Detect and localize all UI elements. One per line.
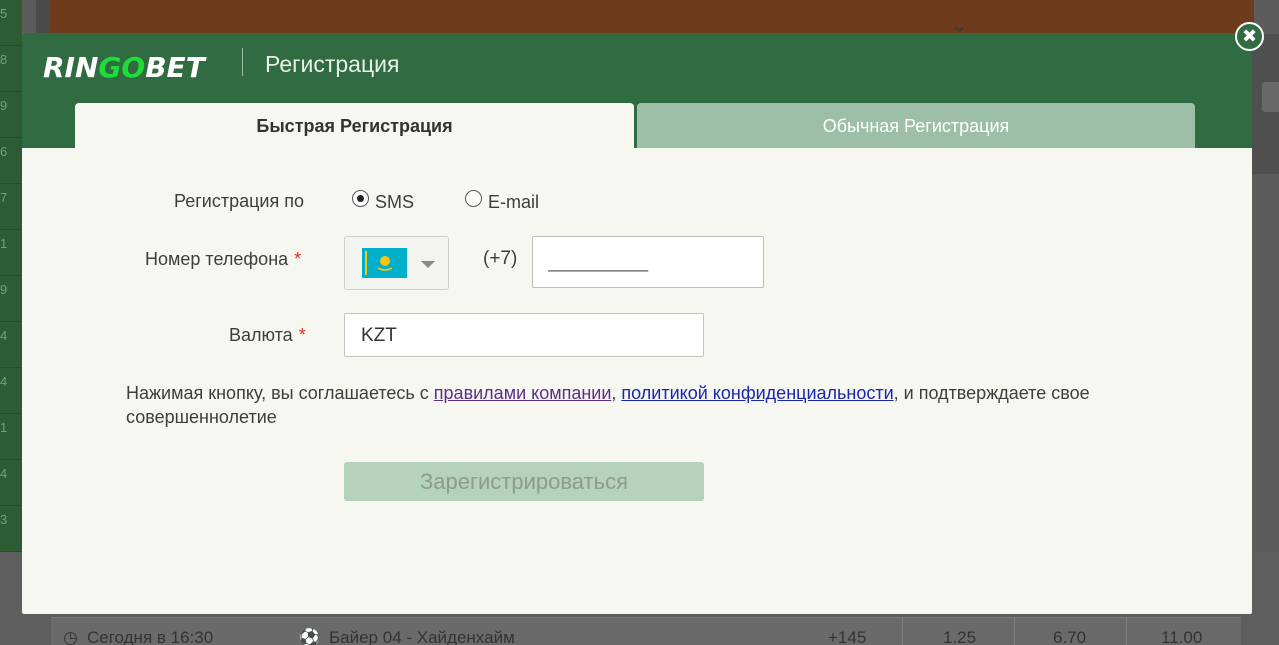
currency-label-text: Валюта [229, 325, 293, 345]
side-number: 9 [0, 276, 22, 322]
background-banner-image [49, 0, 1254, 34]
side-number: 8 [0, 46, 22, 92]
background-right-panel [1252, 34, 1279, 174]
header-divider [242, 48, 243, 76]
registration-modal: RINGOBET Регистрация Быстрая Регистрация… [22, 33, 1252, 614]
side-number: 6 [0, 138, 22, 184]
email-radio-label[interactable]: E-mail [488, 192, 539, 213]
phone-country-code: (+7) [483, 248, 518, 269]
side-number: 4 [0, 460, 22, 506]
register-button[interactable]: Зарегистрироваться [344, 462, 704, 501]
required-mark: * [294, 249, 302, 269]
phone-label-text: Номер телефона [145, 249, 289, 269]
phone-input[interactable] [532, 236, 764, 288]
odd-cell: 6.70 [1014, 618, 1126, 645]
logo-text-part: BET [145, 51, 205, 84]
side-number: 1 [0, 230, 22, 276]
currency-field[interactable]: KZT [344, 313, 704, 357]
side-number: 1 [0, 414, 22, 460]
logo-text-part: RIN [43, 51, 99, 84]
odd-cell: 11.00 [1126, 618, 1241, 645]
sms-radio[interactable] [352, 190, 369, 207]
required-mark: * [298, 325, 306, 345]
terms-prefix: Нажимая кнопку, вы соглашаетесь с [126, 383, 434, 403]
background-banner [36, 0, 1254, 34]
clock-icon: ◷ [63, 628, 78, 645]
terms-separator: , [611, 383, 622, 403]
email-radio[interactable] [465, 190, 482, 207]
chevron-down-icon [421, 261, 435, 268]
logo-text-go: GO [98, 51, 146, 84]
side-number: 7 [0, 184, 22, 230]
currency-label: Валюта * [229, 325, 306, 346]
side-number: 5 [0, 0, 22, 46]
match-teams: Байер 04 - Хайденхайм [329, 628, 515, 645]
football-icon: ⚽ [299, 628, 321, 645]
privacy-policy-link[interactable]: политикой конфиденциальности [621, 383, 893, 403]
background-match-row: ◷ Сегодня в 16:30 ⚽ Байер 04 - Хайденхай… [51, 617, 1241, 645]
company-rules-link[interactable]: правилами компании [434, 383, 612, 403]
side-number: 9 [0, 92, 22, 138]
close-icon[interactable]: ✖ [1235, 22, 1264, 51]
registration-by-label: Регистрация по [174, 191, 304, 211]
odd-value: 1.25 [943, 628, 977, 645]
more-markets: +145 [828, 628, 867, 645]
phone-label: Номер телефона * [145, 249, 301, 270]
side-number: 4 [0, 368, 22, 414]
sms-radio-label[interactable]: SMS [375, 192, 414, 213]
side-number: 4 [0, 322, 22, 368]
background-side-column: 5 8 9 6 7 1 9 4 4 1 4 3 [0, 0, 22, 552]
modal-header: RINGOBET Регистрация Быстрая Регистрация… [22, 33, 1252, 148]
odd-value: 11.00 [1161, 628, 1203, 645]
tab-normal-registration[interactable]: Обычная Регистрация [637, 103, 1195, 148]
kazakhstan-flag-icon [362, 248, 407, 278]
match-time: Сегодня в 16:30 [87, 628, 214, 645]
odd-value: 6.70 [1053, 628, 1087, 645]
country-select[interactable] [344, 236, 449, 290]
chevron-down-icon: ⌄ [950, 12, 969, 37]
background-right-tab [1262, 82, 1279, 112]
odd-cell: 1.25 [902, 618, 1014, 645]
modal-title: Регистрация [265, 51, 400, 77]
side-number: 3 [0, 506, 22, 552]
ringobet-logo: RINGOBET [43, 51, 223, 91]
tab-quick-registration[interactable]: Быстрая Регистрация [75, 103, 634, 148]
terms-text: Нажимая кнопку, вы соглашаетесь с правил… [126, 381, 1206, 429]
